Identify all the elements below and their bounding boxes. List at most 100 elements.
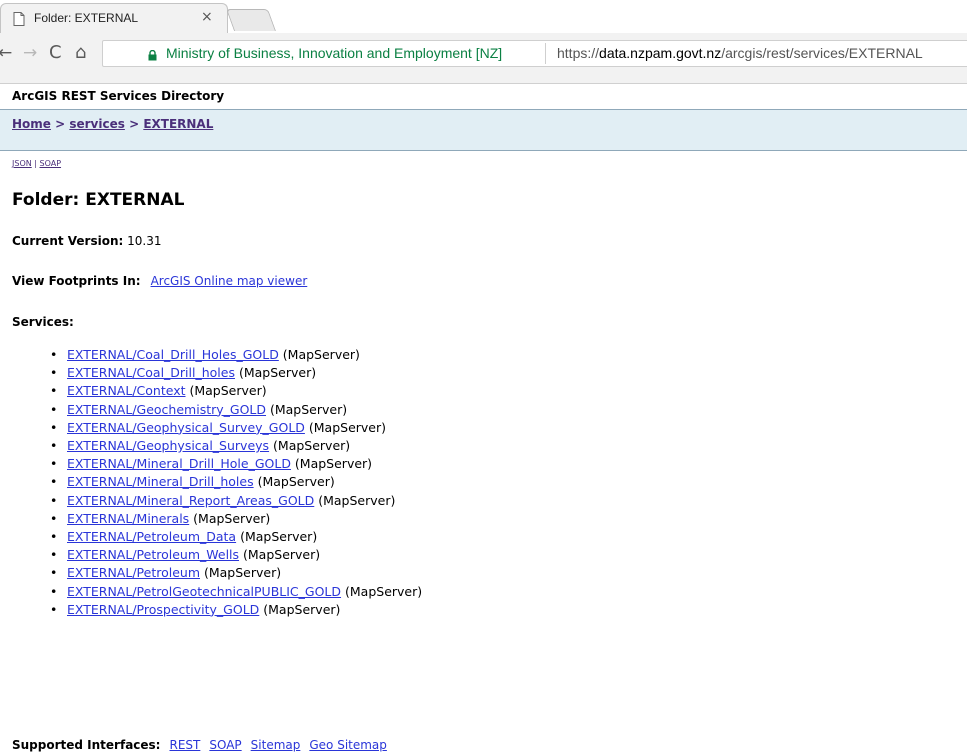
service-list-item: • EXTERNAL/Mineral_Drill_holes (MapServer… (50, 473, 422, 491)
url-separator (545, 43, 546, 64)
service-type: (MapServer) (266, 401, 348, 417)
service-link[interactable]: EXTERNAL/Prospectivity_GOLD (67, 602, 259, 617)
bullet-icon: • (50, 492, 58, 508)
service-type: (MapServer) (259, 601, 341, 617)
interface-link-soap[interactable]: SOAP (209, 738, 241, 752)
lock-icon (148, 50, 157, 61)
bullet-icon: • (50, 510, 58, 526)
service-type: (MapServer) (290, 456, 373, 472)
directory-title: ArcGIS REST Services Directory (12, 89, 225, 103)
service-link[interactable]: EXTERNAL/Coal_Drill_Holes_GOLD (67, 347, 279, 362)
service-list-item: • EXTERNAL/PetrolGeotechnicalPUBLIC_GOLD … (50, 583, 422, 601)
service-type: (MapServer) (278, 347, 360, 362)
service-list-item: • EXTERNAL/Coal_Drill_Holes_GOLD (MapServ… (50, 346, 422, 364)
bullet-icon: • (50, 601, 58, 617)
soap-link[interactable]: SOAP (40, 159, 62, 168)
services-heading: Services: (12, 315, 74, 329)
service-type: (MapServer) (200, 565, 282, 581)
url-text[interactable]: https://data.nzpam.govt.nz/arcgis/rest/s… (557, 45, 923, 61)
service-list-item: • EXTERNAL/Geophysical_Surveys (MapServer… (50, 437, 422, 455)
new-tab-button[interactable] (225, 9, 277, 31)
service-type: (MapServer) (314, 492, 396, 508)
breadcrumb-external-link[interactable]: EXTERNAL (143, 117, 213, 131)
service-list-item: • EXTERNAL/Mineral_Drill_Hole_GOLD (MapSe… (50, 455, 422, 473)
supported-interfaces: Supported Interfaces: REST SOAP Sitemap Geo … (12, 738, 387, 752)
service-link[interactable]: EXTERNAL/Mineral_Drill_holes (67, 474, 254, 489)
bullet-icon: • (50, 456, 58, 472)
service-type: (MapServer) (239, 547, 321, 563)
service-type: (MapServer) (341, 583, 423, 599)
service-list-item: • EXTERNAL/Coal_Drill_holes (MapServer) (50, 364, 422, 382)
service-link[interactable]: EXTERNAL/Mineral_Drill_Hole_GOLD (67, 456, 291, 471)
bullet-icon: • (50, 383, 58, 399)
breadcrumb-separator: > (124, 117, 144, 131)
service-list-item: • EXTERNAL/Prospectivity_GOLD (MapServer) (50, 601, 422, 619)
service-list-item: • EXTERNAL/Petroleum_Data (MapServer) (50, 528, 422, 546)
service-link[interactable]: EXTERNAL/Geophysical_Survey_GOLD (67, 420, 305, 435)
breadcrumb-separator: > (50, 117, 70, 131)
service-type: (MapServer) (236, 529, 318, 545)
bullet-icon: • (50, 474, 58, 490)
breadcrumb: Home > services > EXTERNAL (12, 117, 213, 131)
service-list-item: • EXTERNAL/Minerals (MapServer) (50, 510, 422, 528)
back-arrow-icon[interactable]: ← (0, 43, 12, 63)
browser-tab[interactable]: Folder: EXTERNAL × (0, 3, 228, 33)
breadcrumb-services-link[interactable]: services (69, 117, 125, 131)
map-viewer-link[interactable]: ArcGIS Online map viewer (151, 274, 308, 288)
bullet-icon: • (50, 365, 58, 381)
service-type: (MapServer) (253, 474, 335, 490)
bullet-icon: • (50, 529, 58, 545)
service-type: (MapServer) (304, 419, 387, 435)
service-list-item: • EXTERNAL/Geophysical_Survey_GOLD (MapSe… (50, 419, 422, 437)
service-link[interactable]: EXTERNAL/Geochemistry_GOLD (67, 402, 266, 417)
service-link[interactable]: EXTERNAL/Petroleum_Wells (67, 547, 239, 562)
service-type: (MapServer) (185, 383, 267, 399)
service-type: (MapServer) (189, 510, 271, 526)
format-links: JSON | SOAP (12, 159, 61, 168)
bullet-icon: • (50, 347, 58, 362)
url-scheme: https:// (557, 45, 600, 61)
service-list-item: • EXTERNAL/Mineral_Report_Areas_GOLD (Map… (50, 492, 422, 510)
service-link[interactable]: EXTERNAL/Geophysical_Surveys (67, 438, 269, 453)
tab-title: Folder: EXTERNAL (34, 11, 139, 25)
service-link[interactable]: EXTERNAL/Mineral_Report_Areas_GOLD (67, 493, 314, 508)
bullet-icon: • (50, 565, 58, 581)
page-title: Folder: EXTERNAL (12, 190, 185, 210)
service-link[interactable]: EXTERNAL/Coal_Drill_holes (67, 365, 235, 380)
url-path: /arcgis/rest/services/EXTERNAL (721, 45, 923, 61)
service-link[interactable]: EXTERNAL/PetrolGeotechnicalPUBLIC_GOLD (67, 584, 341, 599)
bullet-icon: • (50, 547, 58, 563)
footprints-label: View Footprints In: (12, 274, 141, 288)
bullet-icon: • (50, 419, 58, 435)
interface-link-rest[interactable]: REST (169, 738, 200, 752)
service-link[interactable]: EXTERNAL/Petroleum_Data (67, 529, 236, 544)
services-label: Services: (12, 315, 74, 329)
current-version: Current Version: 10.31 (12, 234, 161, 248)
json-link[interactable]: JSON (12, 159, 32, 168)
services-list: • EXTERNAL/Coal_Drill_Holes_GOLD (MapServ… (50, 346, 422, 619)
service-list-item: • EXTERNAL/Petroleum_Wells (MapServer) (50, 546, 422, 564)
bullet-icon: • (50, 583, 58, 599)
page-icon (13, 12, 25, 26)
breadcrumb-home-link[interactable]: Home (12, 117, 51, 131)
service-list-item: • EXTERNAL/Geochemistry_GOLD (MapServer) (50, 401, 422, 419)
interface-link-sitemap[interactable]: Sitemap (251, 738, 301, 752)
close-tab-icon[interactable]: × (201, 9, 213, 25)
security-org-name: Ministry of Business, Innovation and Emp… (166, 45, 503, 61)
service-type: (MapServer) (234, 365, 317, 381)
reload-icon[interactable]: C (49, 43, 62, 63)
service-type: (MapServer) (269, 438, 351, 454)
bullet-icon: • (50, 438, 58, 454)
interface-link-geo-sitemap[interactable]: Geo Sitemap (309, 738, 387, 752)
forward-arrow-icon[interactable]: → (23, 43, 37, 63)
service-link[interactable]: EXTERNAL/Context (67, 383, 186, 398)
bullet-icon: • (50, 401, 58, 417)
service-link[interactable]: EXTERNAL/Minerals (67, 511, 189, 526)
service-link[interactable]: EXTERNAL/Petroleum (67, 565, 200, 580)
current-version-value: 10.31 (123, 234, 162, 248)
home-icon[interactable]: ⌂ (75, 43, 86, 63)
interfaces-label: Supported Interfaces: (12, 738, 161, 752)
view-footprints: View Footprints In: ArcGIS Online map vie… (12, 274, 307, 288)
current-version-label: Current Version: (12, 234, 124, 248)
url-host: data.nzpam.govt.nz (599, 45, 722, 61)
